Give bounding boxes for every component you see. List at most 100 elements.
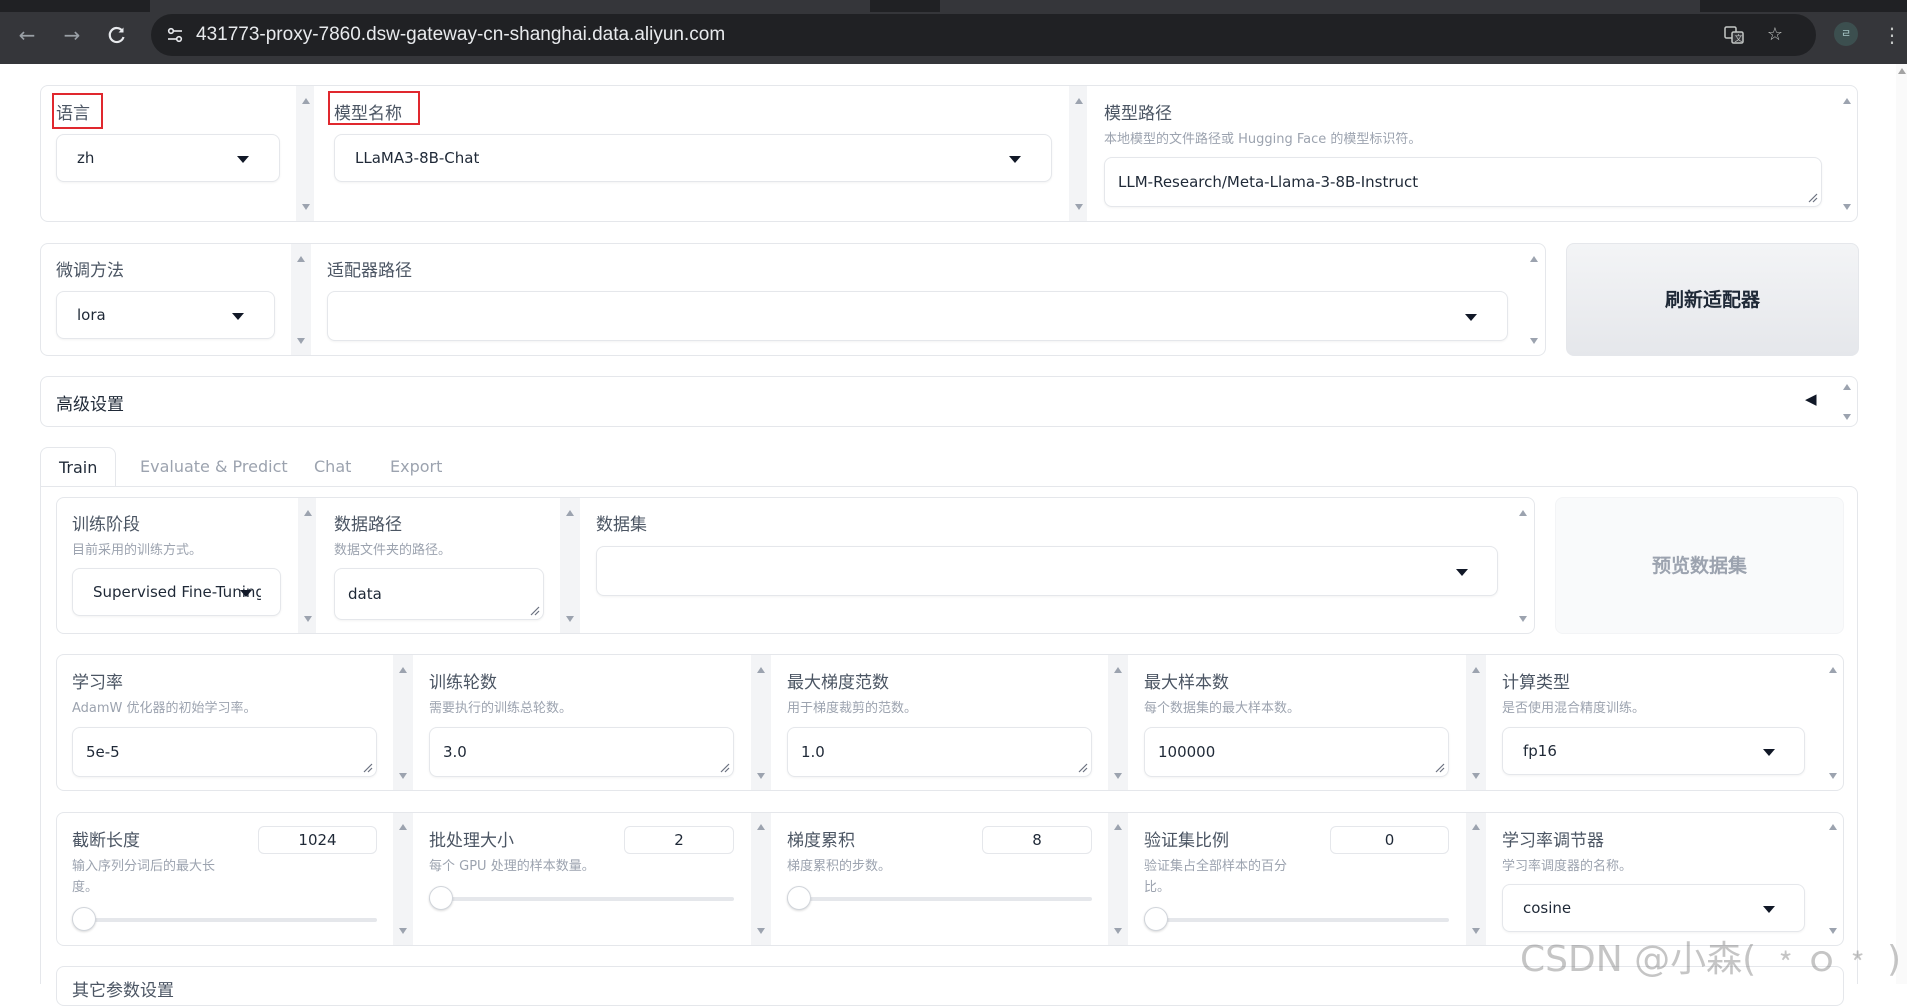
learning-rate-label: 学习率 [72, 673, 123, 693]
back-arrow-icon[interactable]: ← [12, 20, 42, 50]
data-dir-value: data [348, 585, 382, 603]
slider-knob[interactable] [72, 907, 96, 931]
scrollbar[interactable] [563, 502, 577, 630]
epochs-value: 3.0 [443, 743, 467, 761]
resize-handle-icon[interactable] [1435, 763, 1445, 773]
collapse-arrow-icon[interactable]: ◀ [1805, 390, 1817, 408]
lr-scheduler-label: 学习率调节器 [1502, 831, 1604, 851]
advanced-settings-label[interactable]: 高级设置 [56, 390, 124, 415]
adapter-path-dropdown[interactable] [327, 291, 1508, 341]
scrollbar[interactable] [1840, 380, 1854, 424]
url-text[interactable]: 431773-proxy-7860.dsw-gateway-cn-shangha… [196, 14, 725, 56]
bookmark-star-icon[interactable]: ☆ [1765, 25, 1785, 45]
scrollbar[interactable] [396, 816, 410, 942]
scrollbar[interactable] [754, 659, 768, 787]
resize-handle-icon[interactable] [530, 606, 540, 616]
scrollbar[interactable] [1527, 248, 1541, 352]
browser-tab[interactable] [150, 0, 870, 12]
lr-scheduler-info: 学习率调度器的名称。 [1502, 859, 1633, 874]
batch-size-slider[interactable] [429, 897, 734, 901]
finetune-label: 微调方法 [56, 261, 124, 281]
scrollbar[interactable] [299, 90, 313, 218]
browser-tab[interactable] [940, 0, 1700, 12]
scrollbar[interactable] [1111, 659, 1125, 787]
max-samples-info: 每个数据集的最大样本数。 [1144, 701, 1301, 716]
val-size-slider[interactable] [1144, 918, 1449, 922]
scrollbar[interactable] [1840, 90, 1854, 218]
batch-size-number[interactable]: 2 [624, 826, 734, 854]
dataset-dropdown[interactable] [596, 546, 1498, 596]
site-settings-icon[interactable] [165, 25, 185, 45]
scrollbar[interactable] [1469, 659, 1483, 787]
more-menu-icon[interactable]: ⋮ [1882, 20, 1902, 50]
scrollbar[interactable] [301, 502, 315, 630]
val-size-info: 验证集占全部样本的百分 [1144, 859, 1288, 874]
val-size-number[interactable]: 0 [1330, 826, 1449, 854]
finetune-dropdown[interactable]: lora [56, 291, 275, 339]
val-size-info-cont: 比。 [1144, 880, 1171, 895]
address-bar[interactable]: 431773-proxy-7860.dsw-gateway-cn-shangha… [151, 14, 1816, 56]
extra-params-label[interactable]: 其它参数设置 [72, 976, 174, 1001]
advanced-settings-accordion[interactable] [40, 376, 1858, 427]
browser-toolbar: ← → 431773-proxy-7860.dsw-gateway-cn-sha… [0, 0, 1907, 64]
chevron-down-icon [232, 313, 244, 320]
scrollbar[interactable] [1111, 816, 1125, 942]
cutoff-len-number[interactable]: 1024 [258, 826, 377, 854]
scrollbar[interactable] [1826, 659, 1840, 787]
grad-accum-number[interactable]: 8 [982, 826, 1092, 854]
compute-type-dropdown[interactable]: fp16 [1502, 727, 1805, 775]
chevron-down-icon [240, 590, 252, 597]
data-dir-label: 数据路径 [334, 515, 402, 535]
tab-export[interactable]: Export [390, 447, 442, 487]
max-grad-norm-value: 1.0 [801, 743, 825, 761]
scrollbar[interactable] [1072, 90, 1086, 218]
dataset-label: 数据集 [596, 515, 647, 535]
finetune-value: lora [77, 306, 106, 324]
translate-icon[interactable]: 文 [1724, 25, 1744, 45]
resize-handle-icon[interactable] [1078, 763, 1088, 773]
grad-accum-slider[interactable] [787, 897, 1092, 901]
scrollbar[interactable] [396, 659, 410, 787]
refresh-adapter-button[interactable]: 刷新适配器 [1566, 243, 1859, 356]
profile-avatar[interactable]: ㄹ [1834, 22, 1858, 46]
reload-icon[interactable] [102, 20, 132, 50]
epochs-input[interactable]: 3.0 [429, 727, 734, 777]
page-scrollbar[interactable] [1896, 64, 1907, 984]
scrollbar[interactable] [754, 816, 768, 942]
chevron-down-icon [1009, 156, 1021, 163]
scrollbar[interactable] [1469, 816, 1483, 942]
slider-knob[interactable] [787, 886, 811, 910]
grad-accum-label: 梯度累积 [787, 831, 855, 851]
val-size-label: 验证集比例 [1144, 831, 1229, 851]
model-name-dropdown[interactable]: LLaMA3-8B-Chat [334, 134, 1052, 182]
model-path-input[interactable]: LLM-Research/Meta-Llama-3-8B-Instruct [1104, 157, 1822, 207]
scrollbar[interactable] [294, 248, 308, 352]
forward-arrow-icon[interactable]: → [57, 20, 87, 50]
tab-train[interactable]: Train [40, 447, 117, 487]
lr-scheduler-dropdown[interactable]: cosine [1502, 884, 1805, 932]
learning-rate-input[interactable]: 5e-5 [72, 727, 377, 777]
language-dropdown[interactable]: zh [56, 134, 280, 182]
cutoff-len-slider[interactable] [72, 918, 377, 922]
tab-evaluate-predict[interactable]: Evaluate & Predict [140, 447, 288, 487]
tab-chat[interactable]: Chat [314, 447, 351, 487]
scrollbar[interactable] [1516, 502, 1530, 630]
slider-knob[interactable] [429, 886, 453, 910]
model-name-value: LLaMA3-8B-Chat [355, 149, 480, 167]
chevron-down-icon [237, 156, 249, 163]
resize-handle-icon[interactable] [1808, 193, 1818, 203]
resize-handle-icon[interactable] [720, 763, 730, 773]
training-stage-dropdown[interactable]: Supervised Fine-Tuning [72, 568, 281, 616]
preview-dataset-button[interactable]: 预览数据集 [1555, 497, 1844, 634]
scrollbar[interactable] [1826, 816, 1840, 942]
resize-handle-icon[interactable] [363, 763, 373, 773]
max-grad-norm-input[interactable]: 1.0 [787, 727, 1092, 777]
chevron-down-icon [1763, 749, 1775, 756]
adapter-path-label: 适配器路径 [327, 261, 412, 281]
scroll-up-icon[interactable] [1898, 68, 1906, 74]
max-grad-norm-info: 用于梯度裁剪的范数。 [787, 701, 918, 716]
max-samples-input[interactable]: 100000 [1144, 727, 1449, 777]
cutoff-len-info-cont: 度。 [72, 880, 99, 895]
slider-knob[interactable] [1144, 907, 1168, 931]
data-dir-input[interactable]: data [334, 568, 544, 620]
